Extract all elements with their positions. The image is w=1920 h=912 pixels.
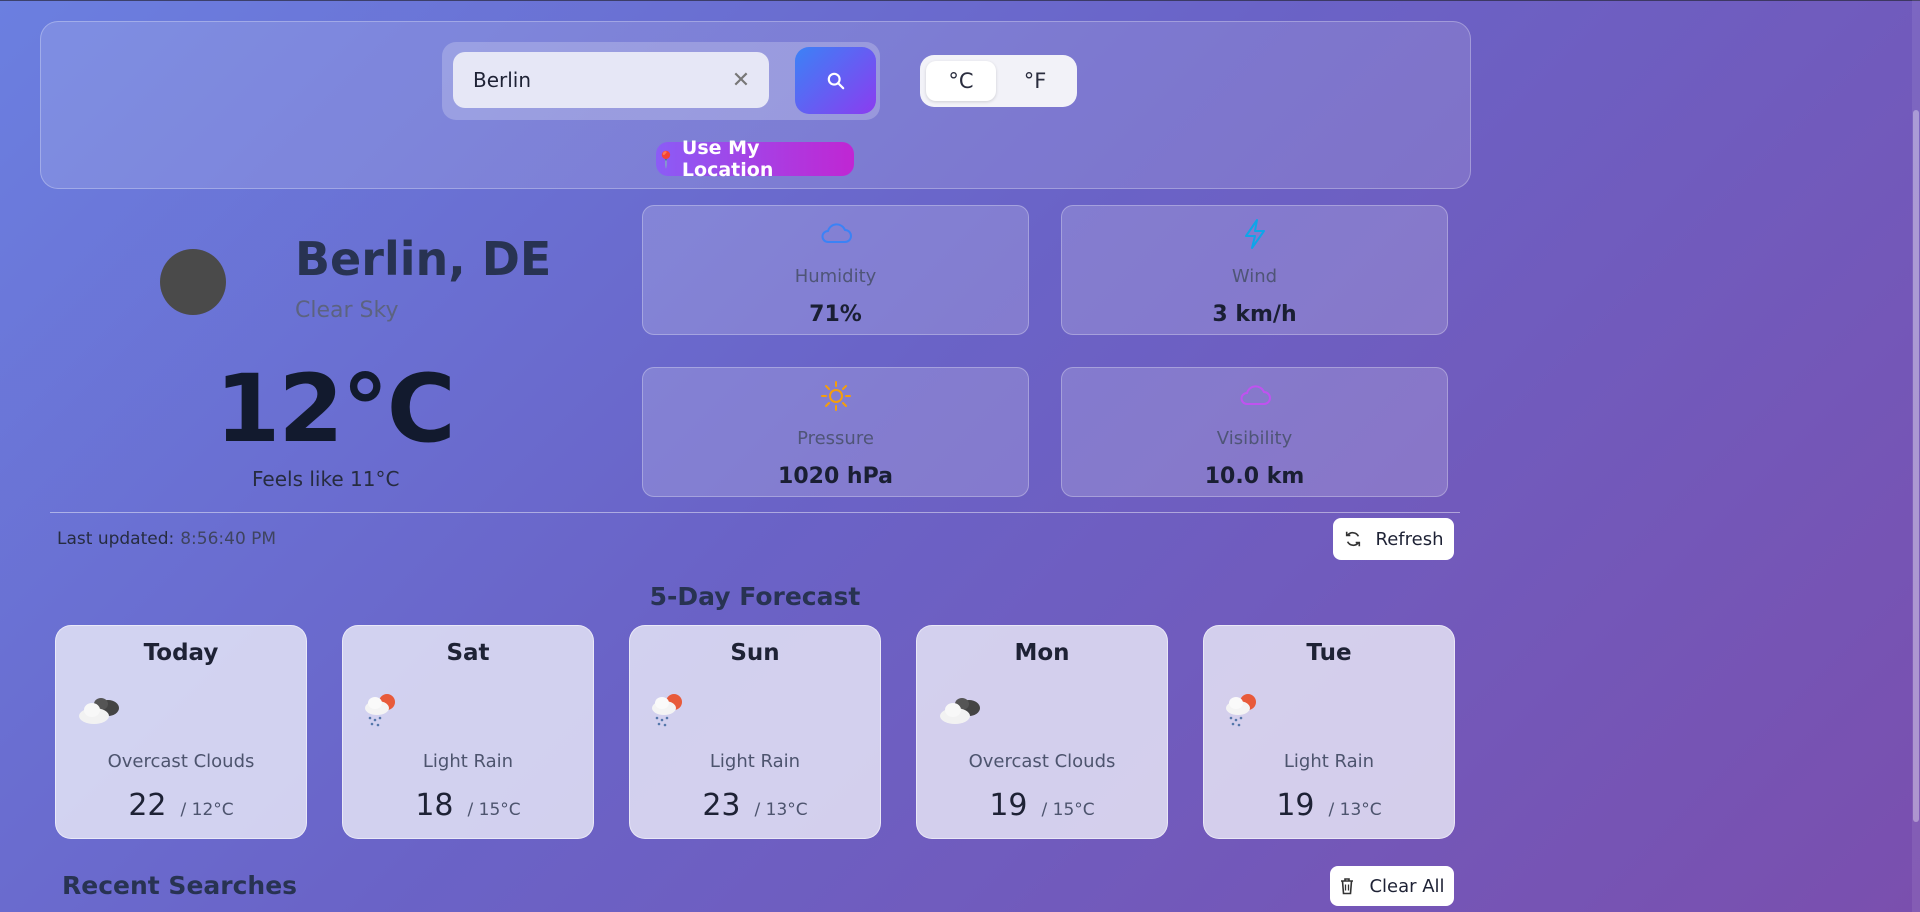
city-name: Berlin, DE [295,232,552,286]
forecast-condition: Overcast Clouds [968,751,1116,772]
visibility-card: Visibility 10.0 km [1061,367,1448,497]
forecast-day: Today [143,640,219,666]
use-location-button[interactable]: 📍 Use My Location [656,137,854,181]
unit-toggle: °C °F [920,55,1077,107]
forecast-low: / 15°C [1041,800,1095,820]
clear-search-icon[interactable]: ✕ [730,70,752,92]
divider [50,512,1460,513]
forecast-card: Sat Light Rain 18 / 15°C [342,625,594,839]
forecast-card: Tue Light Rain 19 / 13°C [1203,625,1455,839]
lightning-icon [1244,219,1265,249]
current-temperature: 12°C [215,355,456,464]
stat-label: Humidity [794,266,877,287]
pin-icon: 📍 [656,149,676,169]
forecast-high: 19 [989,788,1028,823]
stat-value: 71% [809,302,862,327]
search-button[interactable] [795,47,876,114]
forecast-card: Sun Light Rain 23 / 13°C [629,625,881,839]
scrollbar[interactable] [1912,0,1920,912]
wind-card: Wind 3 km/h [1061,205,1448,335]
sun-icon [820,381,851,411]
forecast-day: Sun [730,640,780,666]
forecast-high: 22 [128,788,167,823]
top-border [0,0,1920,1]
feels-like: Feels like 11°C [252,467,400,491]
forecast-card: Today Overcast Clouds 22 / 12°C [55,625,307,839]
light-rain-icon [1226,694,1256,727]
overcast-clouds-icon [79,698,119,724]
use-location-label: Use My Location [681,137,774,181]
last-updated-time: 8:56:40 PM [180,529,277,549]
stat-label: Visibility [1216,428,1293,449]
forecast-high: 18 [415,788,454,823]
forecast-day: Sat [446,640,490,666]
stat-value: 10.0 km [1204,464,1305,489]
forecast-low: / 13°C [754,800,808,820]
forecast-condition: Light Rain [1283,751,1375,772]
last-updated-label: Last updated: [57,529,175,549]
stat-value: 1020 hPa [778,464,893,489]
current-condition: Clear Sky [295,298,399,323]
light-rain-icon [365,694,395,727]
forecast-low: / 13°C [1328,800,1382,820]
forecast-day: Tue [1306,640,1352,666]
forecast-high: 23 [702,788,741,823]
pressure-card: Pressure 1020 hPa [642,367,1029,497]
forecast-high: 19 [1276,788,1315,823]
search-icon [827,72,844,89]
clear-all-button[interactable]: Clear All [1330,866,1454,906]
last-updated: Last updated: 8:56:40 PM [57,529,276,549]
stat-value: 3 km/h [1212,302,1297,327]
search-input[interactable]: Berlin [453,52,769,108]
refresh-button[interactable]: Refresh [1333,518,1454,560]
refresh-icon [1345,531,1360,547]
scrollbar-thumb[interactable] [1913,110,1919,822]
cloud-icon [1240,385,1271,405]
forecast-condition: Overcast Clouds [107,751,255,772]
stat-label: Pressure [797,428,874,449]
trash-icon [1341,878,1354,895]
light-rain-icon [652,694,682,727]
forecast-low: / 15°C [467,800,521,820]
forecast-condition: Light Rain [709,751,801,772]
forecast-low: / 12°C [180,800,234,820]
refresh-label: Refresh [1375,528,1444,550]
humidity-card: Humidity 71% [642,205,1029,335]
forecast-condition: Light Rain [422,751,514,772]
forecast-title: 5-Day Forecast [649,582,861,611]
current-weather-icon [160,249,226,315]
clear-all-label: Clear All [1369,875,1445,897]
cloud-icon [821,223,852,243]
stat-label: Wind [1231,266,1278,287]
unit-celsius-button[interactable]: °C [926,61,996,101]
unit-fahrenheit-button[interactable]: °F [1000,61,1070,101]
forecast-card: Mon Overcast Clouds 19 / 15°C [916,625,1168,839]
recent-searches-title: Recent Searches [62,871,298,900]
overcast-clouds-icon [940,698,980,724]
forecast-day: Mon [1014,640,1070,666]
